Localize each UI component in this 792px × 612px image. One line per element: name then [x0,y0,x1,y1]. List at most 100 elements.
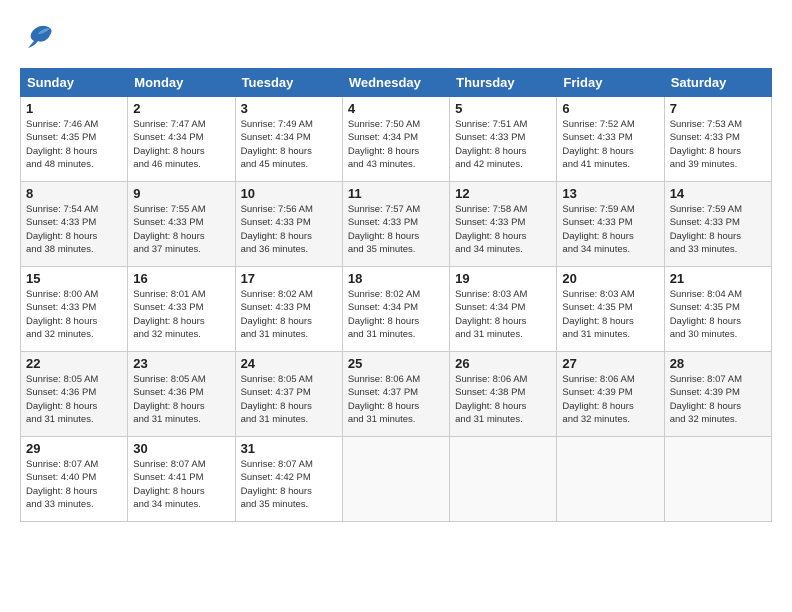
calendar-cell [342,437,449,522]
day-number: 17 [241,271,337,286]
weekday-header-friday: Friday [557,69,664,97]
day-info: Sunrise: 8:03 AM Sunset: 4:34 PM Dayligh… [455,288,551,341]
day-number: 26 [455,356,551,371]
day-number: 11 [348,186,444,201]
calendar-cell: 15 Sunrise: 8:00 AM Sunset: 4:33 PM Dayli… [21,267,128,352]
calendar-cell: 4 Sunrise: 7:50 AM Sunset: 4:34 PM Daylig… [342,97,449,182]
day-info: Sunrise: 8:07 AM Sunset: 4:40 PM Dayligh… [26,458,122,511]
day-number: 5 [455,101,551,116]
calendar-cell: 14Sunrise: 7:59 AM Sunset: 4:33 PM Dayli… [664,182,771,267]
day-number: 3 [241,101,337,116]
weekday-header-monday: Monday [128,69,235,97]
day-info: Sunrise: 8:03 AM Sunset: 4:35 PM Dayligh… [562,288,658,341]
day-info: Sunrise: 8:06 AM Sunset: 4:39 PM Dayligh… [562,373,658,426]
day-info: Sunrise: 7:46 AM Sunset: 4:35 PM Dayligh… [26,118,122,171]
day-number: 27 [562,356,658,371]
day-number: 29 [26,441,122,456]
day-info: Sunrise: 7:53 AM Sunset: 4:33 PM Dayligh… [670,118,766,171]
calendar-cell: 6 Sunrise: 7:52 AM Sunset: 4:33 PM Daylig… [557,97,664,182]
calendar-cell: 2 Sunrise: 7:47 AM Sunset: 4:34 PM Daylig… [128,97,235,182]
calendar-cell: 26 Sunrise: 8:06 AM Sunset: 4:38 PM Dayli… [450,352,557,437]
calendar-cell: 19 Sunrise: 8:03 AM Sunset: 4:34 PM Dayli… [450,267,557,352]
calendar-cell: 20 Sunrise: 8:03 AM Sunset: 4:35 PM Dayli… [557,267,664,352]
calendar-cell: 1 Sunrise: 7:46 AM Sunset: 4:35 PM Daylig… [21,97,128,182]
day-number: 21 [670,271,766,286]
day-number: 10 [241,186,337,201]
calendar-table: SundayMondayTuesdayWednesdayThursdayFrid… [20,68,772,522]
calendar-cell: 29 Sunrise: 8:07 AM Sunset: 4:40 PM Dayli… [21,437,128,522]
calendar-cell: 18 Sunrise: 8:02 AM Sunset: 4:34 PM Dayli… [342,267,449,352]
calendar-cell: 3Sunrise: 7:49 AM Sunset: 4:34 PM Daylig… [235,97,342,182]
day-info: Sunrise: 8:02 AM Sunset: 4:34 PM Dayligh… [348,288,444,341]
day-info: Sunrise: 7:56 AM Sunset: 4:33 PM Dayligh… [241,203,337,256]
calendar-cell: 28 Sunrise: 8:07 AM Sunset: 4:39 PM Dayli… [664,352,771,437]
day-info: Sunrise: 7:55 AM Sunset: 4:33 PM Dayligh… [133,203,229,256]
day-number: 18 [348,271,444,286]
weekday-header-saturday: Saturday [664,69,771,97]
day-info: Sunrise: 8:02 AM Sunset: 4:33 PM Dayligh… [241,288,337,341]
day-number: 23 [133,356,229,371]
day-number: 9 [133,186,229,201]
day-number: 20 [562,271,658,286]
day-info: Sunrise: 8:07 AM Sunset: 4:42 PM Dayligh… [241,458,337,511]
calendar-cell: 27 Sunrise: 8:06 AM Sunset: 4:39 PM Dayli… [557,352,664,437]
calendar-cell: 16Sunrise: 8:01 AM Sunset: 4:33 PM Dayli… [128,267,235,352]
calendar-cell: 24 Sunrise: 8:05 AM Sunset: 4:37 PM Dayli… [235,352,342,437]
day-info: Sunrise: 8:05 AM Sunset: 4:37 PM Dayligh… [241,373,337,426]
calendar-cell: 10 Sunrise: 7:56 AM Sunset: 4:33 PM Dayli… [235,182,342,267]
day-number: 13 [562,186,658,201]
day-number: 8 [26,186,122,201]
day-number: 15 [26,271,122,286]
day-info: Sunrise: 7:50 AM Sunset: 4:34 PM Dayligh… [348,118,444,171]
day-number: 31 [241,441,337,456]
day-info: Sunrise: 8:06 AM Sunset: 4:37 PM Dayligh… [348,373,444,426]
day-number: 30 [133,441,229,456]
calendar-cell [664,437,771,522]
day-number: 2 [133,101,229,116]
calendar-cell: 5 Sunrise: 7:51 AM Sunset: 4:33 PM Daylig… [450,97,557,182]
weekday-header-tuesday: Tuesday [235,69,342,97]
day-info: Sunrise: 7:52 AM Sunset: 4:33 PM Dayligh… [562,118,658,171]
calendar-cell: 30 Sunrise: 8:07 AM Sunset: 4:41 PM Dayli… [128,437,235,522]
calendar-cell [557,437,664,522]
day-number: 28 [670,356,766,371]
day-info: Sunrise: 8:06 AM Sunset: 4:38 PM Dayligh… [455,373,551,426]
day-number: 6 [562,101,658,116]
day-number: 4 [348,101,444,116]
calendar-cell: 22 Sunrise: 8:05 AM Sunset: 4:36 PM Dayli… [21,352,128,437]
day-info: Sunrise: 8:05 AM Sunset: 4:36 PM Dayligh… [26,373,122,426]
day-number: 24 [241,356,337,371]
day-info: Sunrise: 8:00 AM Sunset: 4:33 PM Dayligh… [26,288,122,341]
logo [20,20,54,58]
calendar-cell: 31 Sunrise: 8:07 AM Sunset: 4:42 PM Dayli… [235,437,342,522]
day-number: 19 [455,271,551,286]
day-info: Sunrise: 7:54 AM Sunset: 4:33 PM Dayligh… [26,203,122,256]
day-number: 1 [26,101,122,116]
calendar-cell: 9 Sunrise: 7:55 AM Sunset: 4:33 PM Daylig… [128,182,235,267]
calendar-cell: 11 Sunrise: 7:57 AM Sunset: 4:33 PM Dayli… [342,182,449,267]
logo-bird-icon [22,20,54,58]
day-info: Sunrise: 7:57 AM Sunset: 4:33 PM Dayligh… [348,203,444,256]
calendar-cell: 8 Sunrise: 7:54 AM Sunset: 4:33 PM Daylig… [21,182,128,267]
day-info: Sunrise: 7:59 AM Sunset: 4:33 PM Dayligh… [562,203,658,256]
day-number: 22 [26,356,122,371]
weekday-header-wednesday: Wednesday [342,69,449,97]
day-info: Sunrise: 7:47 AM Sunset: 4:34 PM Dayligh… [133,118,229,171]
day-number: 12 [455,186,551,201]
calendar-cell: 21 Sunrise: 8:04 AM Sunset: 4:35 PM Dayli… [664,267,771,352]
day-info: Sunrise: 8:04 AM Sunset: 4:35 PM Dayligh… [670,288,766,341]
day-info: Sunrise: 8:05 AM Sunset: 4:36 PM Dayligh… [133,373,229,426]
day-info: Sunrise: 7:51 AM Sunset: 4:33 PM Dayligh… [455,118,551,171]
day-number: 25 [348,356,444,371]
day-info: Sunrise: 8:01 AM Sunset: 4:33 PM Dayligh… [133,288,229,341]
day-number: 14 [670,186,766,201]
calendar-cell: 17 Sunrise: 8:02 AM Sunset: 4:33 PM Dayli… [235,267,342,352]
day-number: 7 [670,101,766,116]
calendar-cell [450,437,557,522]
weekday-header-thursday: Thursday [450,69,557,97]
calendar-cell: 13 Sunrise: 7:59 AM Sunset: 4:33 PM Dayli… [557,182,664,267]
day-info: Sunrise: 8:07 AM Sunset: 4:39 PM Dayligh… [670,373,766,426]
day-info: Sunrise: 8:07 AM Sunset: 4:41 PM Dayligh… [133,458,229,511]
calendar-cell: 23 Sunrise: 8:05 AM Sunset: 4:36 PM Dayli… [128,352,235,437]
day-info: Sunrise: 7:58 AM Sunset: 4:33 PM Dayligh… [455,203,551,256]
